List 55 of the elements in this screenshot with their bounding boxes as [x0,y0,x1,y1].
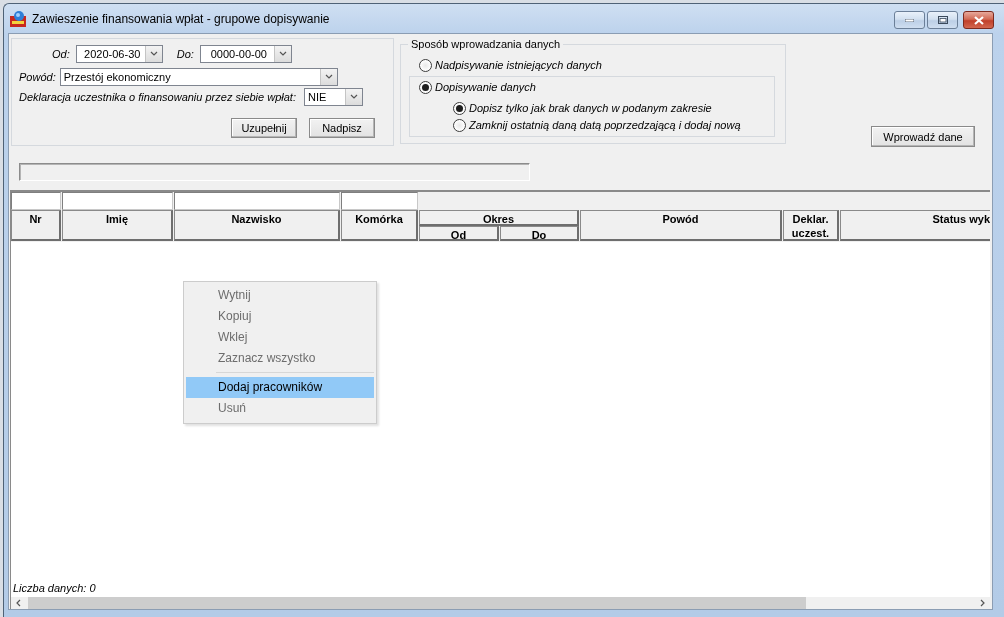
scrollbar-thumb[interactable] [28,597,806,609]
menu-item[interactable]: Dodaj pracowników [186,377,374,398]
dropdown-button[interactable] [319,69,337,85]
radio-button[interactable] [453,118,466,132]
chevron-down-icon [278,50,287,58]
column-header[interactable]: Powód [580,210,782,241]
close-icon [973,15,984,25]
maximize-icon [937,16,948,24]
dropdown-button[interactable] [345,89,362,105]
filter-field[interactable] [341,192,418,210]
radio-button[interactable] [419,58,432,72]
window-title: Zawieszenie finansowania wpłat - grupowe dopisywanie [32,11,330,26]
action-button[interactable]: Uzupełnij [231,118,297,138]
dropdown-button[interactable] [273,46,291,62]
apply-button[interactable]: Wprowadź dane [871,126,975,147]
column-header[interactable]: Nr [11,210,61,241]
filter-field[interactable] [62,192,173,210]
dropdown-field[interactable]: 2020-06-30 [75,45,163,63]
column-header[interactable]: Imię [62,210,173,241]
column-header[interactable]: Status wyk [840,210,990,241]
dropdown-button[interactable] [144,46,162,62]
radio-label: Nadpisywanie istniejących danych [435,59,602,71]
filter-field[interactable] [11,192,61,210]
radio-label: Dopisywanie danych [435,81,536,93]
field-label: Do: [176,48,194,60]
close-button[interactable] [963,11,994,29]
group-title: Sposób wprowadzania danych [410,38,562,50]
field-label: Powód: [19,71,56,83]
radio-button[interactable] [453,101,466,115]
column-header[interactable]: Deklar. uczest. [783,210,839,241]
dropdown-field[interactable]: 0000-00-00 [199,45,292,63]
app-logo-icon [10,10,26,27]
minimize-icon [905,18,914,22]
maximize-button[interactable] [927,11,958,29]
action-button[interactable]: Nadpisz [309,118,375,138]
column-header[interactable]: Do [500,226,579,241]
chevron-down-icon [350,93,358,101]
field-label: Deklaracja uczestnika o finansowaniu przez siebie wpłat: [19,91,296,103]
chevron-down-icon [324,73,333,81]
filter-field[interactable] [174,192,340,210]
chevron-right-icon [978,599,986,607]
radio-label: Dopisz tylko jak brak danych w podanym zakresie [469,102,712,114]
column-header[interactable]: Od [419,226,499,241]
dropdown-field[interactable]: Przestój ekonomiczny [59,68,338,86]
column-header[interactable]: Okres [419,210,579,226]
radio-label: Zamknij ostatnią daną datą poprzedzającą i dodaj nową [469,119,741,131]
dropdown-field[interactable]: NIE [304,88,363,106]
chevron-down-icon [149,50,158,58]
minimize-button[interactable] [894,11,925,29]
column-header[interactable]: Nazwisko [174,210,340,241]
chevron-left-icon [15,599,23,607]
column-header[interactable]: Komórka [341,210,418,241]
radio-button[interactable] [419,80,432,94]
record-count: Liczba danych: 0 [12,582,97,596]
field-label: Od: [52,48,70,60]
